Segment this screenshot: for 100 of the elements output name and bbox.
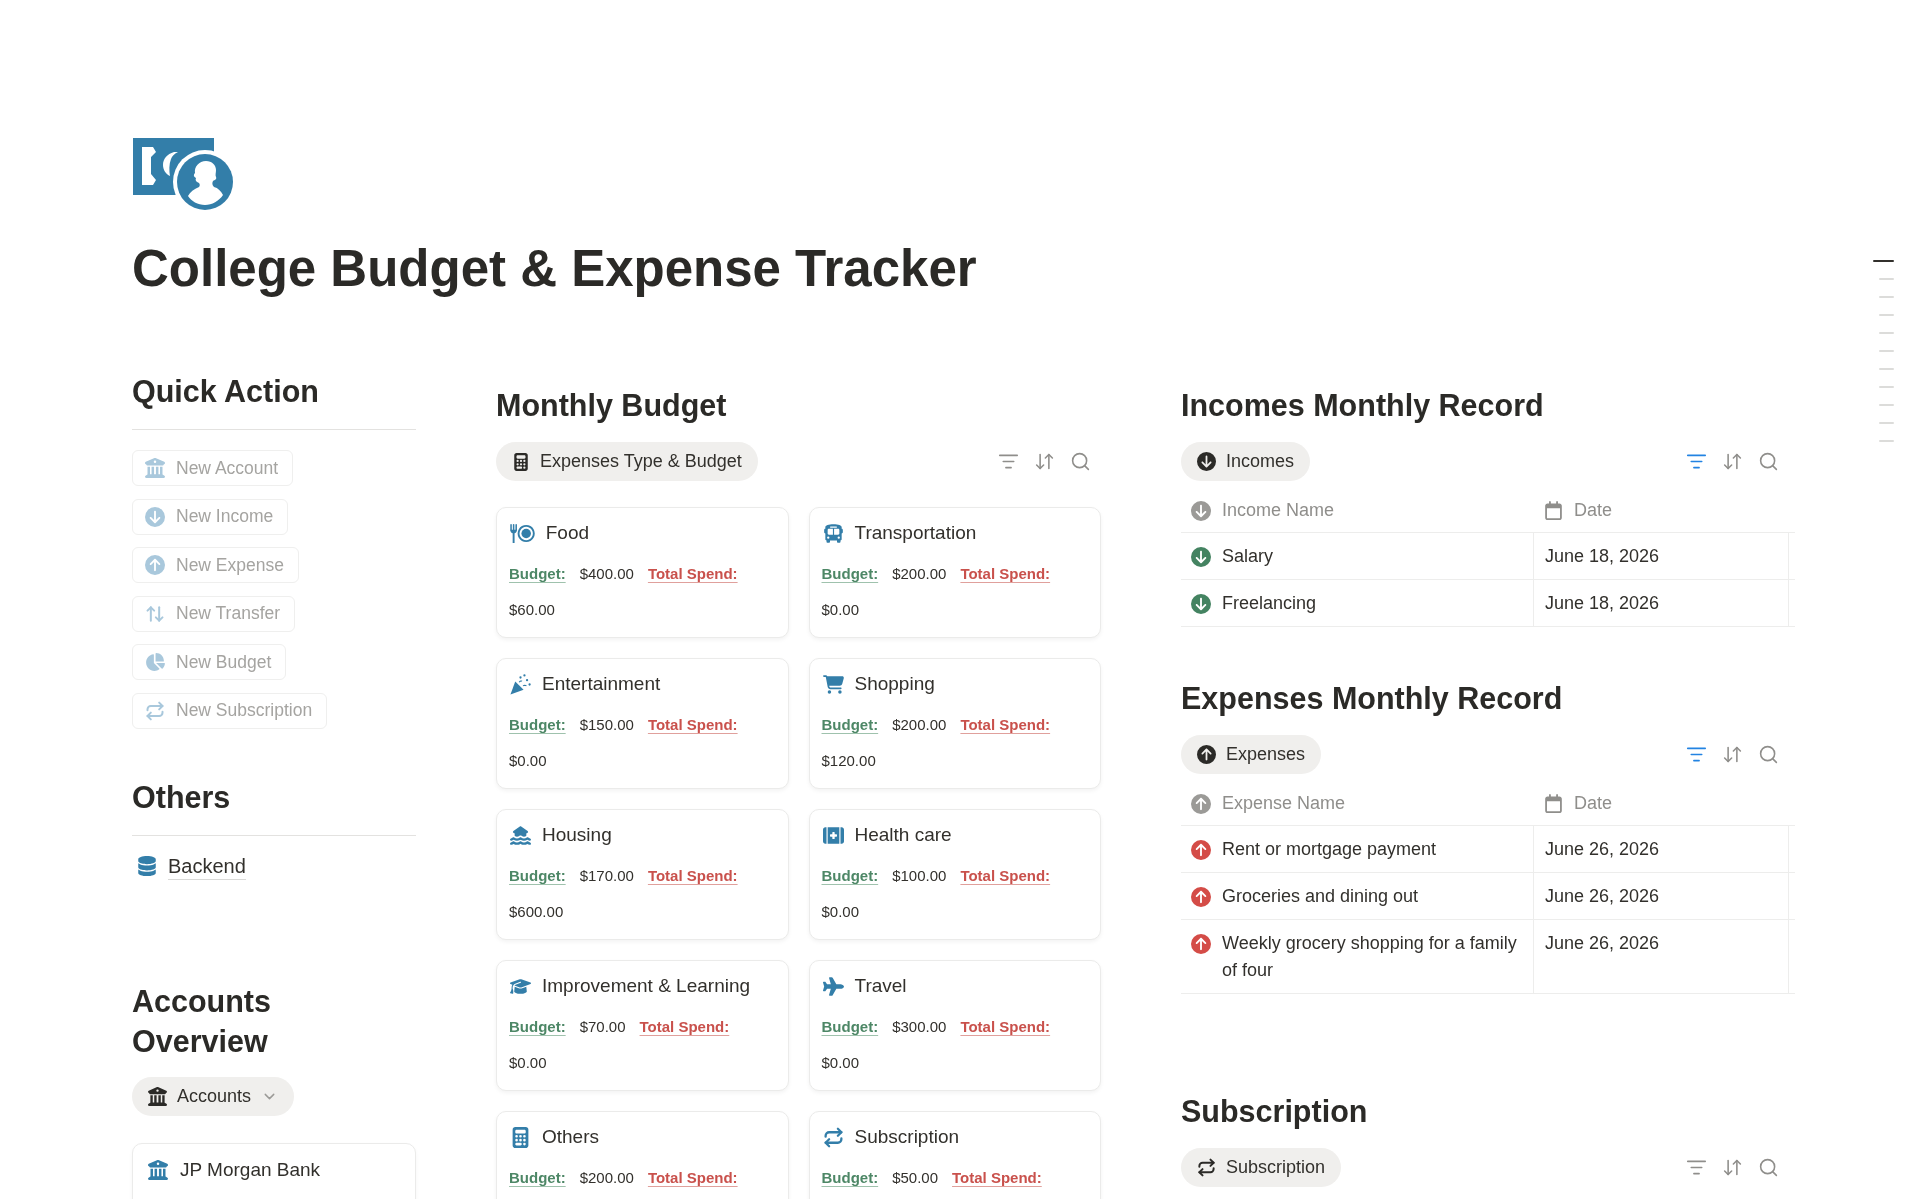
search-icon[interactable] (1070, 451, 1091, 472)
budget-label: Budget: (509, 564, 566, 584)
outline-marker[interactable] (1879, 422, 1894, 424)
column-header: Expense Name (1222, 793, 1346, 814)
budget-card[interactable]: Improvement & Learning Budget: $70.00 Total Spend: $0.00 (496, 960, 789, 1091)
section-heading: Monthly Budget (496, 387, 727, 425)
spend-label: Total Spend: (960, 1017, 1051, 1037)
outline-marker[interactable] (1879, 440, 1894, 442)
outline-marker[interactable] (1873, 260, 1894, 262)
spend-label: Total Spend: (647, 866, 738, 886)
budget-card[interactable]: Travel Budget: $300.00 Total Spend: $0.00 (808, 960, 1101, 1091)
section-heading: Incomes Monthly Record (1181, 387, 1544, 425)
budget-label: Budget: (821, 1017, 879, 1037)
spend-amount: $600.00 (509, 902, 564, 922)
repeat-icon (822, 1126, 844, 1148)
page-link[interactable]: Backend (137, 852, 246, 880)
budget-amount: $200.00 (892, 564, 947, 584)
budget-card[interactable]: Food Budget: $400.00 Total Spend: $60.00 (496, 507, 789, 638)
account-card[interactable]: JP Morgan Bank (132, 1142, 416, 1199)
budget-amount: $70.00 (579, 1017, 626, 1037)
money-icon (133, 137, 233, 210)
budget-card[interactable]: Others Budget: $200.00 Total Spend: (496, 1111, 789, 1199)
spend-label: Total Spend: (960, 715, 1051, 735)
budget-amount: $400.00 (579, 564, 634, 584)
budget-label: Budget: (509, 1168, 566, 1188)
table-row[interactable]: Freelancing June 18, 2026 (1181, 580, 1795, 627)
bus-icon (822, 522, 844, 544)
column-header: Date (1574, 793, 1613, 814)
budget-card[interactable]: Transportation Budget: $200.00 Total Spend: $0.00 (808, 507, 1101, 638)
spend-amount: $0.00 (821, 600, 860, 620)
section-heading: Subscription (1181, 1093, 1368, 1131)
budget-amount: $200.00 (579, 1168, 634, 1188)
view-tab[interactable]: Incomes (1181, 442, 1311, 481)
spend-amount: $0.00 (509, 1053, 547, 1073)
view-tab[interactable]: Accounts (132, 1076, 295, 1116)
spend-label: Total Spend: (647, 1168, 738, 1188)
record-date: June 26, 2026 (1545, 839, 1660, 859)
sort-icon[interactable] (1034, 451, 1055, 472)
outline-marker[interactable] (1879, 350, 1894, 352)
arrows-up-down-icon (145, 603, 165, 624)
spend-amount: $0.00 (509, 751, 547, 771)
search-icon[interactable] (1758, 1157, 1779, 1178)
sort-icon[interactable] (1722, 744, 1743, 765)
column-header: Date (1574, 500, 1613, 521)
record-date: June 26, 2026 (1545, 933, 1660, 953)
party-popper-icon (510, 673, 531, 695)
table-row[interactable]: Weekly grocery shopping for a family of four June 26, 2026 (1181, 920, 1795, 994)
section-heading: Accounts Overview (132, 982, 272, 1060)
budget-amount: $200.00 (892, 715, 947, 735)
fork-plate-icon (510, 522, 535, 544)
card-title: Entertainment (542, 672, 661, 696)
budget-card[interactable]: Health care Budget: $100.00 Total Spend: $0.00 (808, 809, 1101, 940)
outline-marker[interactable] (1879, 404, 1894, 406)
view-tab[interactable]: Subscription (1181, 1148, 1342, 1187)
outline-marker[interactable] (1879, 368, 1894, 370)
budget-label: Budget: (821, 866, 879, 886)
sort-icon[interactable] (1722, 451, 1743, 472)
spend-amount: $60.00 (509, 600, 555, 620)
budget-card[interactable]: Entertainment Budget: $150.00 Total Spend: $0.00 (496, 658, 789, 789)
budget-card[interactable]: Housing Budget: $170.00 Total Spend: $600.00 (496, 809, 789, 940)
record-date: June 18, 2026 (1545, 593, 1660, 613)
calculator-icon (510, 1126, 531, 1148)
budget-label: Budget: (821, 564, 879, 584)
budget-label: Budget: (509, 715, 566, 735)
budget-card[interactable]: Shopping Budget: $200.00 Total Spend: $120.00 (808, 658, 1101, 789)
budget-card[interactable]: Subscription Budget: $50.00 Total Spend: (808, 1111, 1101, 1199)
spend-label: Total Spend: (647, 715, 738, 735)
outline-marker[interactable] (1879, 314, 1894, 316)
record-date: June 18, 2026 (1545, 546, 1660, 566)
spend-label: Total Spend: (639, 1017, 730, 1037)
budget-amount: $170.00 (579, 866, 634, 886)
calendar-icon (1544, 794, 1563, 813)
search-icon[interactable] (1758, 451, 1779, 472)
page-title: College Budget & Expense Tracker (132, 239, 977, 299)
search-icon[interactable] (1758, 744, 1779, 765)
card-title: Food (545, 521, 590, 545)
table-row[interactable]: Rent or mortgage payment June 26, 2026 (1181, 826, 1795, 873)
card-title: Shopping (854, 672, 935, 696)
view-tab[interactable]: Expenses Type & Budget (496, 442, 758, 481)
section-heading: Expenses Monthly Record (1181, 680, 1563, 718)
bank-icon (145, 458, 165, 478)
card-title: Others (542, 1125, 600, 1149)
record-date: June 26, 2026 (1545, 886, 1660, 906)
table-row[interactable]: Groceries and dining out June 26, 2026 (1181, 873, 1795, 920)
outline-marker[interactable] (1879, 332, 1894, 334)
cart-icon (822, 673, 844, 695)
budget-label: Budget: (821, 715, 879, 735)
view-tab[interactable]: Expenses (1181, 735, 1322, 774)
calculator-icon (512, 452, 530, 471)
medical-kit-icon (822, 824, 844, 846)
budget-amount: $300.00 (892, 1017, 947, 1037)
outline-marker[interactable] (1879, 296, 1894, 298)
table-row[interactable]: Salary June 18, 2026 (1181, 533, 1795, 580)
budget-label: Budget: (509, 866, 566, 886)
account-name: JP Morgan Bank (180, 1157, 321, 1182)
card-title: Travel (854, 974, 907, 998)
spend-label: Total Spend: (952, 1168, 1042, 1188)
outline-marker[interactable] (1879, 278, 1894, 280)
outline-marker[interactable] (1879, 386, 1894, 388)
sort-icon[interactable] (1722, 1157, 1743, 1178)
